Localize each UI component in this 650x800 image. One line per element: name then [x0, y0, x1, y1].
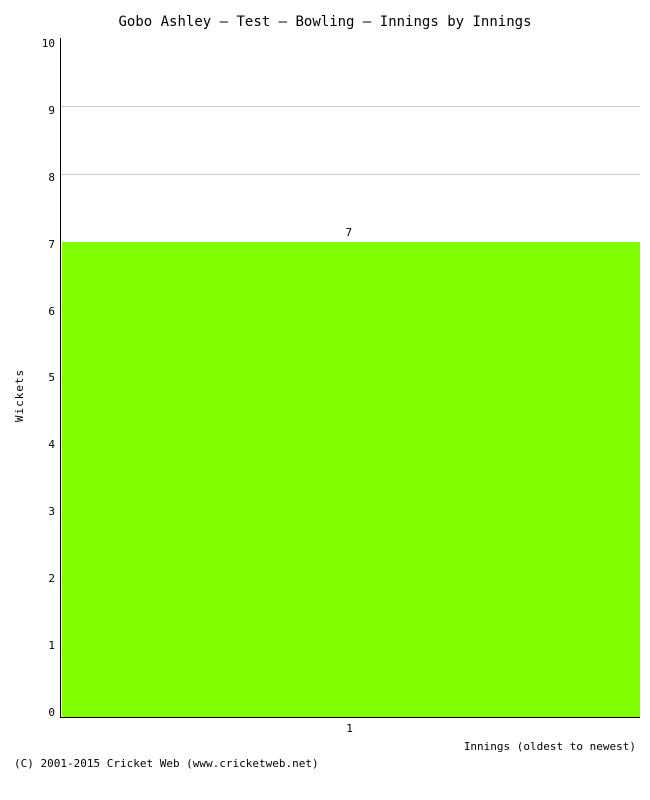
y-tick-4: 4	[48, 439, 55, 450]
y-axis-label: Wickets	[14, 369, 27, 422]
y-tick-7: 7	[48, 239, 55, 250]
y-tick-1: 1	[48, 640, 55, 651]
x-axis-label: Innings (oldest to newest)	[464, 738, 640, 753]
y-tick-9: 9	[48, 105, 55, 116]
x-ticks-row: 1	[60, 718, 640, 738]
y-tick-8: 8	[48, 172, 55, 183]
copyright: (C) 2001-2015 Cricket Web (www.cricketwe…	[10, 753, 640, 770]
chart-container: Gobo Ashley – Test – Bowling – Innings b…	[0, 0, 650, 800]
x-axis-row: Innings (oldest to newest)	[60, 738, 640, 753]
y-tick-3: 3	[48, 506, 55, 517]
chart-title: Gobo Ashley – Test – Bowling – Innings b…	[10, 10, 640, 38]
y-tick-5: 5	[48, 372, 55, 383]
plot-area-wrapper: 10 9 8 7 6 5 4 3 2 1 0	[30, 38, 640, 718]
gridline-8	[61, 174, 640, 175]
x-tick-1: 1	[346, 722, 353, 735]
gridline-9	[61, 106, 640, 107]
y-ticks: 10 9 8 7 6 5 4 3 2 1 0	[30, 38, 60, 718]
y-tick-2: 2	[48, 573, 55, 584]
y-tick-6: 6	[48, 306, 55, 317]
y-tick-10: 10	[42, 38, 55, 49]
bar-value-label: 7	[346, 226, 353, 239]
y-tick-0: 0	[48, 707, 55, 718]
bar-container	[62, 242, 640, 717]
bar	[62, 242, 640, 717]
plot-area: 7	[60, 38, 640, 718]
y-axis-label-container: Wickets	[10, 38, 30, 753]
chart-body: Wickets 10 9 8 7 6 5 4 3 2 1 0	[10, 38, 640, 753]
chart-inner: 10 9 8 7 6 5 4 3 2 1 0	[30, 38, 640, 753]
